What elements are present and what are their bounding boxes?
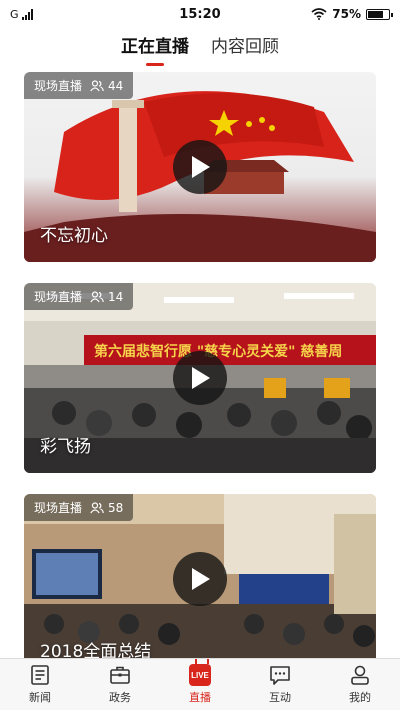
tab-review-label: 内容回顾 [211, 37, 279, 57]
nav-interact[interactable]: 互动 [240, 659, 320, 710]
card-title: 不忘初心 [40, 226, 108, 246]
status-right: 75% [311, 7, 393, 21]
live-icon: LIVE [189, 664, 211, 686]
nav-news-label: 新闻 [29, 691, 51, 704]
viewer-count: 44 [90, 79, 123, 93]
live-feed: 现场直播 44 不忘初心 第六届悲智行愿 "慈专心灵关爱" 慈善周 现场直播 1… [24, 72, 376, 685]
tab-review[interactable]: 内容回顾 [211, 34, 279, 64]
nav-live-label: 直播 [189, 691, 211, 704]
battery-percent: 75% [332, 7, 361, 21]
people-icon [90, 290, 104, 302]
tab-live-now[interactable]: 正在直播 [121, 34, 189, 66]
viewer-count-value: 58 [108, 500, 124, 515]
live-badge: 现场直播 58 [24, 494, 134, 521]
people-icon [90, 79, 104, 91]
live-card[interactable]: 第六届悲智行愿 "慈专心灵关爱" 慈善周 现场直播 14 彩飞扬 [24, 283, 376, 473]
status-bar: G 15:20 75% [0, 0, 400, 28]
live-tabs: 正在直播 内容回顾 [0, 34, 400, 66]
card-title: 彩飞扬 [40, 437, 91, 457]
live-card[interactable]: 现场直播 44 不忘初心 [24, 72, 376, 262]
nav-mine[interactable]: 我的 [320, 659, 400, 710]
live-badge-label: 现场直播 [34, 501, 83, 515]
live-card[interactable]: 现场直播 58 2018全面总结 [24, 494, 376, 664]
viewer-count-value: 14 [108, 289, 124, 304]
people-icon [90, 501, 104, 513]
user-icon [351, 665, 369, 685]
viewer-count: 14 [90, 290, 123, 304]
live-badge: 现场直播 14 [24, 283, 134, 310]
nav-government-label: 政务 [109, 691, 131, 704]
play-icon [192, 156, 210, 178]
play-icon [192, 367, 210, 389]
tab-active-indicator [146, 63, 164, 66]
viewer-count: 58 [90, 501, 123, 515]
live-badge-label: 现场直播 [34, 290, 83, 304]
carrier-label: G [10, 7, 19, 21]
play-button[interactable] [173, 140, 227, 194]
live-icon-text: LIVE [191, 670, 209, 680]
live-badge-label: 现场直播 [34, 79, 83, 93]
nav-government[interactable]: 政务 [80, 659, 160, 710]
nav-news[interactable]: 新闻 [0, 659, 80, 710]
bottom-nav: 新闻 政务 LIVE 直播 互动 我的 [0, 658, 400, 710]
wifi-icon [311, 8, 327, 20]
battery-icon [366, 8, 393, 20]
play-button[interactable] [173, 552, 227, 606]
signal-icon [21, 8, 33, 20]
document-icon [31, 665, 49, 685]
nav-interact-label: 互动 [269, 691, 291, 704]
nav-live[interactable]: LIVE 直播 [160, 659, 240, 710]
signal-area: G [10, 8, 33, 21]
viewer-count-value: 44 [108, 78, 124, 93]
live-badge: 现场直播 44 [24, 72, 134, 99]
play-button[interactable] [173, 351, 227, 405]
chat-icon [270, 666, 290, 685]
play-icon [192, 568, 210, 590]
briefcase-icon [110, 666, 130, 684]
tab-live-now-label: 正在直播 [121, 37, 189, 57]
nav-mine-label: 我的 [349, 691, 371, 704]
